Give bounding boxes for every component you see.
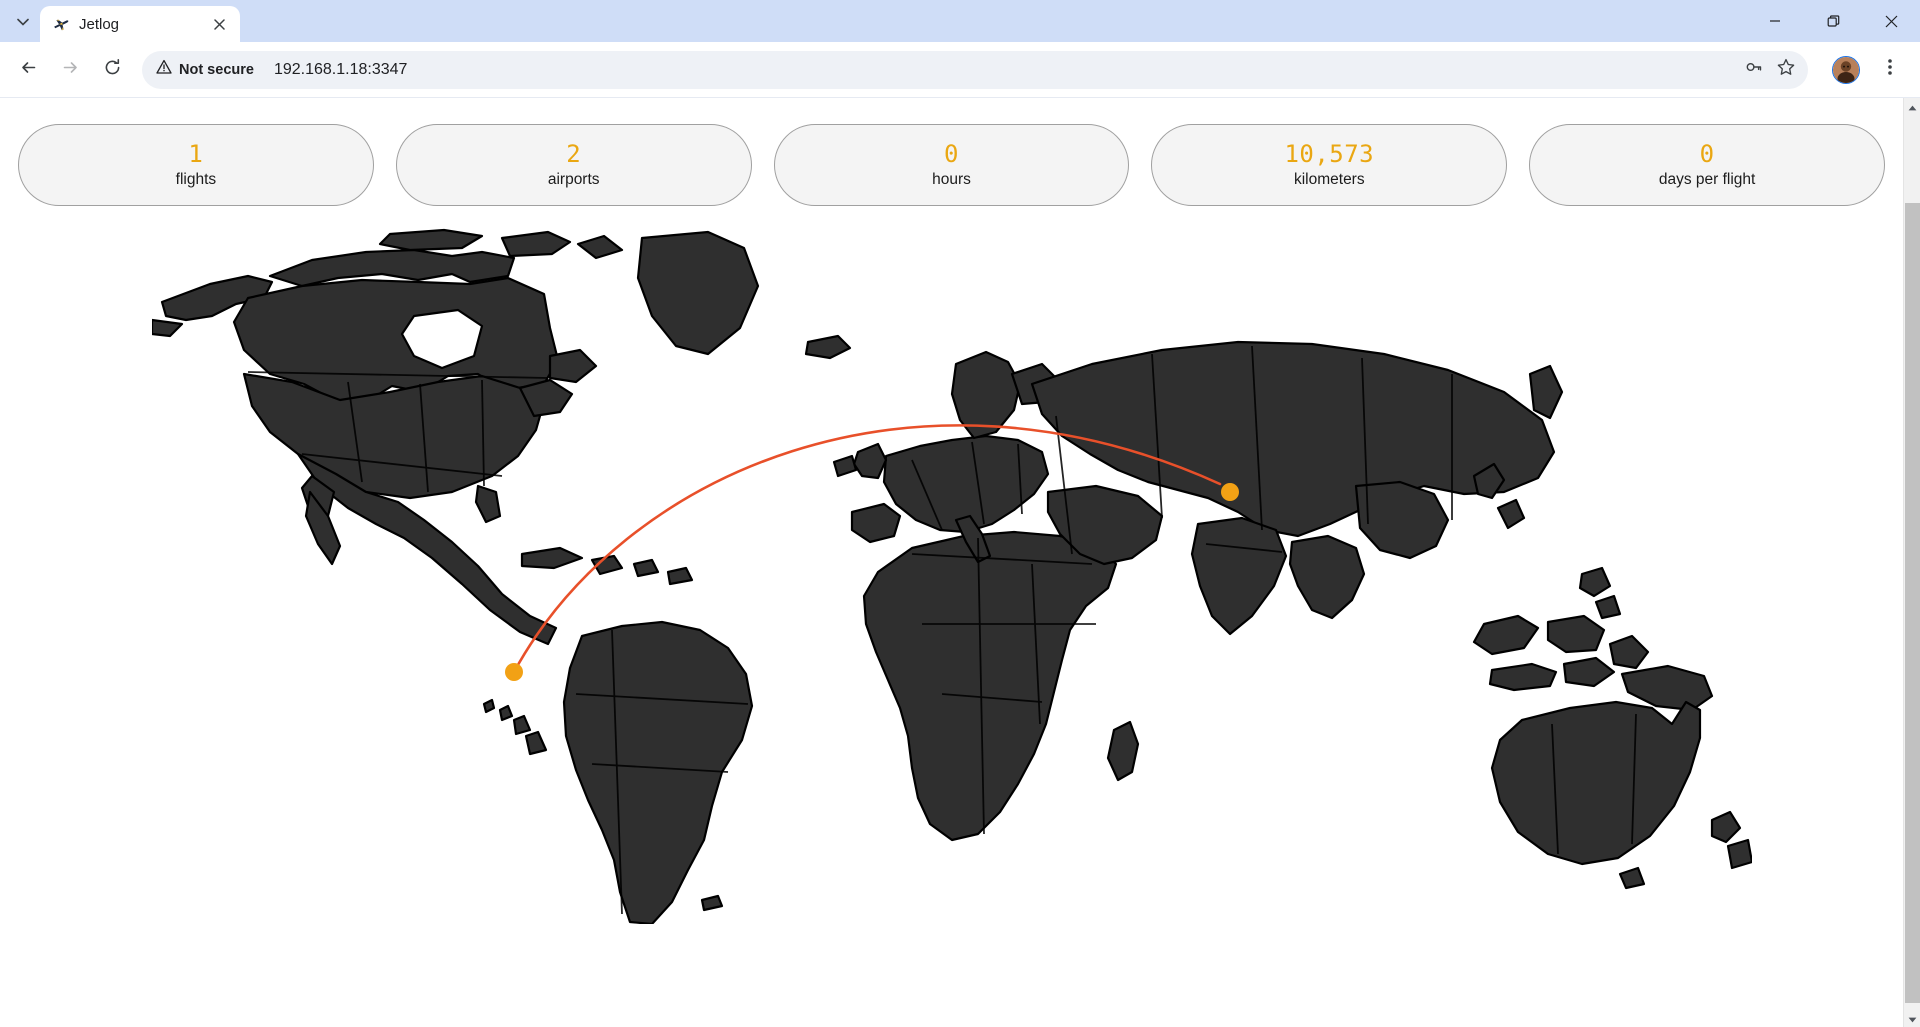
- stat-label-hours: hours: [932, 170, 971, 188]
- tab-strip: Jetlog: [0, 0, 1920, 42]
- scrollbar-down-button[interactable]: [1904, 1010, 1920, 1027]
- stat-card-days-per-flight[interactable]: 0 days per flight: [1529, 124, 1885, 206]
- scrollbar-track[interactable]: [1904, 115, 1920, 1010]
- page-scrollbar[interactable]: [1903, 98, 1920, 1027]
- profile-button[interactable]: [1828, 52, 1864, 88]
- tab-title: Jetlog: [79, 15, 120, 33]
- avatar: [1832, 55, 1860, 84]
- stat-value-kilometers: 10,573: [1284, 140, 1375, 169]
- window-minimize-button[interactable]: [1746, 0, 1804, 42]
- scrollbar-thumb[interactable]: [1904, 203, 1920, 1003]
- arrow-left-icon: [19, 58, 38, 82]
- browser-menu-button[interactable]: [1872, 52, 1908, 88]
- browser-tab-jetlog[interactable]: Jetlog: [40, 6, 240, 42]
- world-map-container: [0, 224, 1903, 924]
- statistics-row: 1 flights 2 airports 0 hours 10,573 kilo…: [0, 98, 1903, 206]
- stat-value-flights: 1: [188, 140, 204, 169]
- scrollbar-up-button[interactable]: [1904, 98, 1920, 115]
- browser-window: Jetlog Not secure 192.168.1.18:3347 1 fl…: [0, 0, 1920, 1027]
- tab-search-button[interactable]: [6, 5, 40, 39]
- site-security-button[interactable]: Not secure: [146, 55, 265, 85]
- back-button[interactable]: [8, 50, 48, 90]
- stat-label-flights: flights: [175, 170, 217, 188]
- stat-value-airports: 2: [566, 140, 582, 169]
- page-viewport: 1 flights 2 airports 0 hours 10,573 kilo…: [0, 97, 1920, 1027]
- world-flight-map[interactable]: [151, 224, 1752, 924]
- tab-close-button[interactable]: [208, 13, 230, 35]
- site-security-label: Not secure: [179, 61, 254, 78]
- key-icon: [1745, 58, 1763, 81]
- stat-label-airports: airports: [547, 170, 600, 188]
- password-manager-button[interactable]: [1738, 54, 1770, 86]
- scroll-down-arrow-icon: [1908, 1010, 1917, 1027]
- stat-card-kilometers[interactable]: 10,573 kilometers: [1151, 124, 1508, 206]
- stat-label-kilometers: kilometers: [1293, 170, 1365, 188]
- destination-airport-marker[interactable]: [1220, 483, 1239, 501]
- map-landmasses: [151, 228, 1752, 924]
- scroll-up-arrow-icon: [1908, 98, 1917, 116]
- star-icon: [1777, 58, 1795, 81]
- chevron-down-icon: [17, 13, 29, 31]
- window-maximize-button[interactable]: [1804, 0, 1862, 42]
- window-controls: [1746, 0, 1920, 42]
- stat-card-airports[interactable]: 2 airports: [395, 124, 752, 206]
- url-text[interactable]: 192.168.1.18:3347: [274, 61, 1738, 79]
- stat-card-flights[interactable]: 1 flights: [18, 124, 374, 206]
- reload-button[interactable]: [92, 50, 132, 90]
- forward-button[interactable]: [50, 50, 90, 90]
- stat-value-hours: 0: [944, 140, 959, 169]
- arrow-right-icon: [61, 58, 80, 82]
- stat-card-hours[interactable]: 0 hours: [773, 124, 1130, 206]
- jetlog-dashboard: 1 flights 2 airports 0 hours 10,573 kilo…: [0, 98, 1903, 1027]
- window-close-button[interactable]: [1862, 0, 1920, 42]
- reload-icon: [103, 58, 122, 82]
- browser-toolbar: Not secure 192.168.1.18:3347: [0, 42, 1920, 97]
- stat-value-days-per-flight: 0: [1699, 140, 1715, 169]
- three-dot-menu-icon: [1888, 58, 1892, 81]
- jetlog-plane-icon: [52, 15, 70, 33]
- bookmark-button[interactable]: [1770, 54, 1802, 86]
- address-bar[interactable]: Not secure 192.168.1.18:3347: [142, 50, 1808, 89]
- warning-triangle-icon: [156, 59, 172, 80]
- stat-label-days-per-flight: days per flight: [1658, 170, 1756, 188]
- origin-airport-marker[interactable]: [504, 663, 523, 681]
